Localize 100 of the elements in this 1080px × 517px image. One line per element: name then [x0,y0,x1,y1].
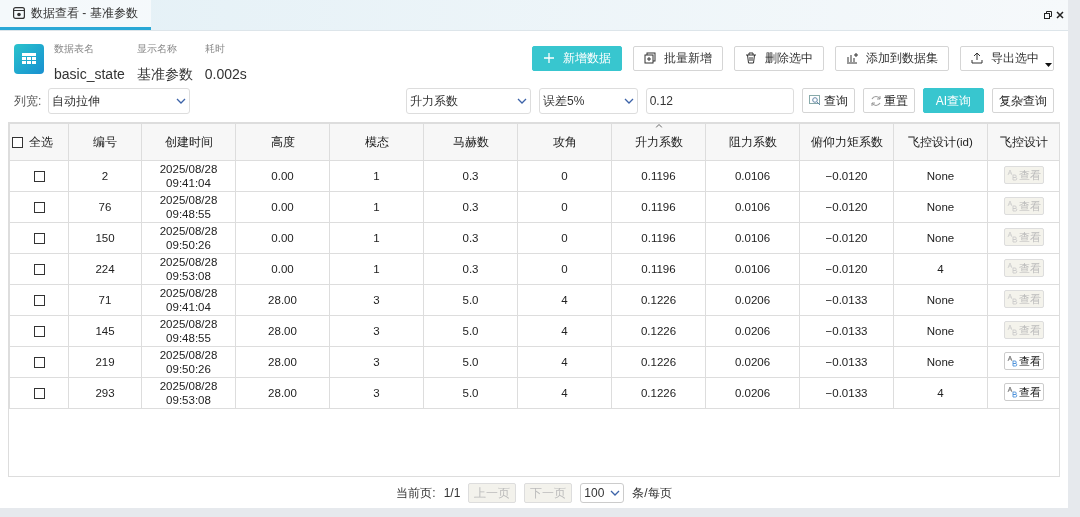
info-label: 耗时 [204,41,226,56]
table-cell: −0.0120 [825,170,868,183]
table-cell: 4 [937,263,944,276]
table-cell: 0.1196 [641,170,676,183]
table-cell: 293 [95,387,115,400]
page-size-unit: 条/每页 [632,485,672,503]
page-number: 1/1 [443,485,461,503]
window-icon [13,7,25,20]
complex-query-button[interactable]: 复杂查询 [992,88,1054,114]
table-cell: 2025/08/28 09:48:55 [159,318,218,345]
toolbar-button[interactable]: 导出选中 [960,45,1054,71]
font-style-icon [1006,324,1018,337]
info-value: basic_state [54,64,125,84]
table-cell: None [926,294,955,307]
table-cell: 0.00 [271,170,294,183]
font-style-icon [1006,200,1018,213]
table-cell: −0.0120 [825,263,868,276]
table-cell: None [926,201,955,214]
table-cell: 0.0106 [734,201,771,214]
table-cell: 28.00 [268,356,297,369]
table-cell: −0.0133 [825,356,868,369]
table-cell: 2025/08/28 09:50:26 [159,225,218,252]
table-cell: 0.1226 [640,387,677,400]
table-cell: 5.0 [462,294,479,307]
table-cell: 0 [561,232,568,245]
table-cell: None [926,325,955,338]
table-cell: 0 [561,201,568,214]
table-cell: 3 [373,294,380,307]
table-cell: 0.3 [462,201,479,214]
table-cell: 1 [373,201,380,214]
reset-button[interactable]: 重置 [862,88,915,114]
checkbox[interactable] [33,233,45,245]
column-width-select[interactable]: 自动拉伸 [48,87,190,114]
table-cell: 150 [95,232,115,245]
table-cell: 2025/08/28 09:41:04 [159,163,218,190]
toolbar-button[interactable]: 添加到数据集 [835,45,949,71]
table-cell: 0.1196 [641,232,676,245]
column-width-label: 列宽: [14,92,43,110]
checkbox[interactable] [33,171,45,183]
refresh-icon [869,94,882,107]
table-cell: 5.0 [462,356,479,369]
table-cell: 0.1196 [641,263,676,276]
column-header[interactable]: 创建时间 [164,135,213,148]
column-header[interactable]: 攻角 [552,135,577,148]
table-cell: 0.1196 [641,201,676,214]
table-cell: 1 [373,263,380,276]
window-tab[interactable]: 数据查看 - 基准参数 [0,0,151,30]
column-header[interactable]: 马赫数 [452,135,489,148]
table-cell: None [926,356,955,369]
page-size-select[interactable]: 100 [580,483,625,504]
checkbox[interactable] [33,388,45,400]
table-cell: 0.0106 [734,263,771,276]
column-header[interactable]: 升力系数 [634,135,683,148]
copy-icon [644,52,656,65]
table-cell: 0.1226 [640,294,677,307]
table-cell: 0 [561,263,568,276]
table-cell: 0.0206 [734,387,771,400]
table-cell: None [926,170,955,183]
font-style-icon [1006,262,1018,275]
view-button[interactable]: 查看 [1003,383,1044,402]
checkbox[interactable] [12,136,23,148]
table-cell: 2025/08/28 09:50:26 [159,349,218,376]
column-header[interactable]: 阻力系数 [728,135,777,148]
select-all-label[interactable]: 全选 [29,133,53,152]
table-cell: −0.0133 [825,294,868,307]
restore-icon[interactable] [1044,10,1052,19]
plus-icon [543,52,555,65]
field-select[interactable]: 升力系数 [405,87,532,114]
table-cell: 0.1226 [640,356,677,369]
query-button[interactable]: 查询 [801,88,855,114]
table-cell: 0.00 [271,232,294,245]
page-label: 当前页: [396,485,436,503]
table-cell: 2 [101,170,109,183]
table-cell: 0.0106 [734,232,771,245]
toolbar-button[interactable]: 删除选中 [734,45,824,71]
close-icon[interactable] [1056,10,1064,19]
checkbox[interactable] [33,264,45,276]
trash-icon [745,52,757,65]
info-value: 0.002s [204,64,247,84]
font-style-icon [1006,386,1018,399]
table-cell: 71 [98,294,112,307]
tolerance-select[interactable]: 误差5% [539,87,638,114]
table-app-icon [14,43,44,74]
info-label: 显示名称 [136,41,178,56]
table-cell: 0.3 [462,232,479,245]
column-header[interactable]: 模态 [364,135,389,148]
info-value: 基准参数 [136,64,193,84]
checkbox[interactable] [33,202,45,214]
checkbox[interactable] [33,295,45,307]
query-input[interactable]: 0.12 [645,87,794,114]
view-button[interactable]: 查看 [1003,352,1044,371]
table-cell: 0.0206 [734,325,771,338]
chevron-down-icon [517,97,528,104]
column-header[interactable]: 编号 [93,135,117,148]
chevron-down-icon [623,97,634,104]
checkbox[interactable] [33,326,45,338]
column-header[interactable]: 高度 [270,135,295,148]
table-cell: 4 [561,294,568,307]
checkbox[interactable] [33,357,45,369]
toolbar-button[interactable]: 批量新增 [633,45,723,71]
